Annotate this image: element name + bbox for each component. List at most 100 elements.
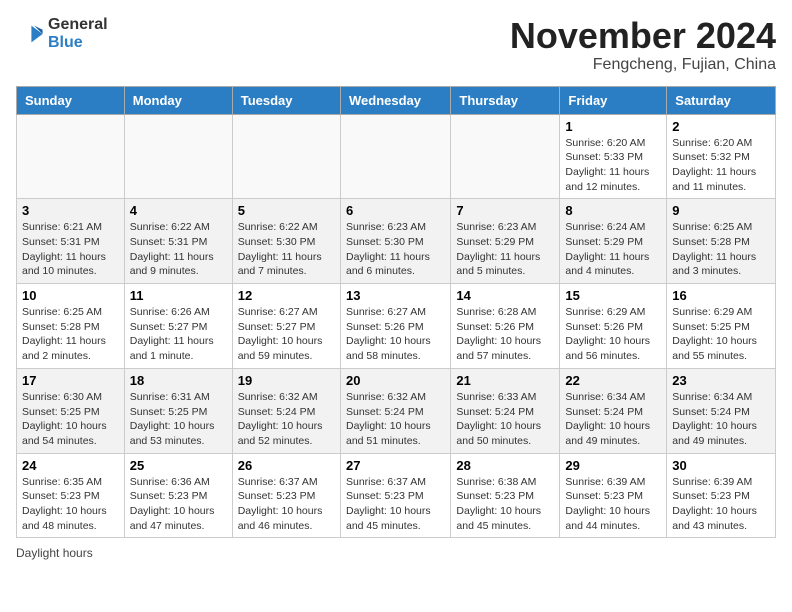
- calendar-cell: 9 Sunrise: 6:25 AM Sunset: 5:28 PM Daylig…: [667, 199, 776, 284]
- day-info: Sunrise: 6:36 AM Sunset: 5:23 PM Dayligh…: [130, 475, 227, 534]
- day-info: Sunrise: 6:32 AM Sunset: 5:24 PM Dayligh…: [238, 390, 335, 449]
- day-info: Sunrise: 6:23 AM Sunset: 5:29 PM Dayligh…: [456, 220, 554, 279]
- calendar-cell: 8 Sunrise: 6:24 AM Sunset: 5:29 PM Daylig…: [560, 199, 667, 284]
- title-block: November 2024 Fengcheng, Fujian, China: [510, 16, 776, 74]
- day-number: 30: [672, 458, 770, 473]
- calendar-cell: 3 Sunrise: 6:21 AM Sunset: 5:31 PM Daylig…: [17, 199, 125, 284]
- day-number: 13: [346, 288, 445, 303]
- week-row-2: 3 Sunrise: 6:21 AM Sunset: 5:31 PM Daylig…: [17, 199, 776, 284]
- weekday-header-wednesday: Wednesday: [340, 86, 450, 114]
- calendar-cell: 6 Sunrise: 6:23 AM Sunset: 5:30 PM Daylig…: [340, 199, 450, 284]
- day-info: Sunrise: 6:25 AM Sunset: 5:28 PM Dayligh…: [672, 220, 770, 279]
- day-number: 2: [672, 119, 770, 134]
- daylight-label: Daylight hours: [16, 546, 93, 560]
- calendar-cell: 5Sunrise: 6:22 AM Sunset: 5:30 PM Daylig…: [232, 199, 340, 284]
- weekday-header-row: SundayMondayTuesdayWednesdayThursdayFrid…: [17, 86, 776, 114]
- calendar-cell: 24Sunrise: 6:35 AM Sunset: 5:23 PM Dayli…: [17, 453, 125, 538]
- calendar-cell: 10Sunrise: 6:25 AM Sunset: 5:28 PM Dayli…: [17, 284, 125, 369]
- day-info: Sunrise: 6:23 AM Sunset: 5:30 PM Dayligh…: [346, 220, 445, 279]
- calendar-cell: 29 Sunrise: 6:39 AM Sunset: 5:23 PM Dayli…: [560, 453, 667, 538]
- day-info: Sunrise: 6:27 AM Sunset: 5:26 PM Dayligh…: [346, 305, 445, 364]
- week-row-5: 24Sunrise: 6:35 AM Sunset: 5:23 PM Dayli…: [17, 453, 776, 538]
- calendar-cell: 1Sunrise: 6:20 AM Sunset: 5:33 PM Daylig…: [560, 114, 667, 199]
- day-number: 7: [456, 203, 554, 218]
- calendar-cell: [451, 114, 560, 199]
- day-number: 3: [22, 203, 119, 218]
- calendar-cell: 2Sunrise: 6:20 AM Sunset: 5:32 PM Daylig…: [667, 114, 776, 199]
- day-number: 5: [238, 203, 335, 218]
- calendar-table: SundayMondayTuesdayWednesdayThursdayFrid…: [16, 86, 776, 539]
- calendar-cell: 16 Sunrise: 6:29 AM Sunset: 5:25 PM Dayli…: [667, 284, 776, 369]
- day-info: Sunrise: 6:31 AM Sunset: 5:25 PM Dayligh…: [130, 390, 227, 449]
- week-row-1: 1Sunrise: 6:20 AM Sunset: 5:33 PM Daylig…: [17, 114, 776, 199]
- day-number: 21: [456, 373, 554, 388]
- day-number: 23: [672, 373, 770, 388]
- day-info: Sunrise: 6:37 AM Sunset: 5:23 PM Dayligh…: [346, 475, 445, 534]
- day-number: 17: [22, 373, 119, 388]
- location: Fengcheng, Fujian, China: [510, 56, 776, 74]
- calendar-cell: 11 Sunrise: 6:26 AM Sunset: 5:27 PM Dayli…: [124, 284, 232, 369]
- weekday-header-friday: Friday: [560, 86, 667, 114]
- day-info: Sunrise: 6:33 AM Sunset: 5:24 PM Dayligh…: [456, 390, 554, 449]
- calendar-cell: 28 Sunrise: 6:38 AM Sunset: 5:23 PM Dayli…: [451, 453, 560, 538]
- day-number: 25: [130, 458, 227, 473]
- calendar-cell: 27Sunrise: 6:37 AM Sunset: 5:23 PM Dayli…: [340, 453, 450, 538]
- day-info: Sunrise: 6:35 AM Sunset: 5:23 PM Dayligh…: [22, 475, 119, 534]
- day-info: Sunrise: 6:30 AM Sunset: 5:25 PM Dayligh…: [22, 390, 119, 449]
- day-number: 12: [238, 288, 335, 303]
- logo-icon: [16, 20, 44, 48]
- month-title: November 2024: [510, 16, 776, 56]
- calendar-cell: 15Sunrise: 6:29 AM Sunset: 5:26 PM Dayli…: [560, 284, 667, 369]
- day-number: 14: [456, 288, 554, 303]
- day-info: Sunrise: 6:29 AM Sunset: 5:26 PM Dayligh…: [565, 305, 661, 364]
- day-info: Sunrise: 6:39 AM Sunset: 5:23 PM Dayligh…: [565, 475, 661, 534]
- calendar-cell: 19 Sunrise: 6:32 AM Sunset: 5:24 PM Dayli…: [232, 368, 340, 453]
- calendar-cell: 26 Sunrise: 6:37 AM Sunset: 5:23 PM Dayli…: [232, 453, 340, 538]
- day-number: 1: [565, 119, 661, 134]
- footer: Daylight hours: [16, 546, 776, 560]
- weekday-header-monday: Monday: [124, 86, 232, 114]
- day-number: 4: [130, 203, 227, 218]
- day-number: 29: [565, 458, 661, 473]
- week-row-3: 10Sunrise: 6:25 AM Sunset: 5:28 PM Dayli…: [17, 284, 776, 369]
- day-number: 26: [238, 458, 335, 473]
- calendar-cell: 20Sunrise: 6:32 AM Sunset: 5:24 PM Dayli…: [340, 368, 450, 453]
- day-info: Sunrise: 6:27 AM Sunset: 5:27 PM Dayligh…: [238, 305, 335, 364]
- calendar-cell: 17 Sunrise: 6:30 AM Sunset: 5:25 PM Dayli…: [17, 368, 125, 453]
- logo-text: General Blue: [48, 16, 108, 52]
- day-number: 10: [22, 288, 119, 303]
- calendar-cell: 4Sunrise: 6:22 AM Sunset: 5:31 PM Daylig…: [124, 199, 232, 284]
- week-row-4: 17 Sunrise: 6:30 AM Sunset: 5:25 PM Dayli…: [17, 368, 776, 453]
- day-info: Sunrise: 6:39 AM Sunset: 5:23 PM Dayligh…: [672, 475, 770, 534]
- calendar-cell: 12 Sunrise: 6:27 AM Sunset: 5:27 PM Dayli…: [232, 284, 340, 369]
- day-number: 20: [346, 373, 445, 388]
- calendar-cell: 18 Sunrise: 6:31 AM Sunset: 5:25 PM Dayli…: [124, 368, 232, 453]
- day-number: 6: [346, 203, 445, 218]
- page-header: General Blue November 2024 Fengcheng, Fu…: [16, 16, 776, 74]
- day-info: Sunrise: 6:21 AM Sunset: 5:31 PM Dayligh…: [22, 220, 119, 279]
- weekday-header-sunday: Sunday: [17, 86, 125, 114]
- day-number: 8: [565, 203, 661, 218]
- day-info: Sunrise: 6:29 AM Sunset: 5:25 PM Dayligh…: [672, 305, 770, 364]
- day-number: 18: [130, 373, 227, 388]
- calendar-cell: 22Sunrise: 6:34 AM Sunset: 5:24 PM Dayli…: [560, 368, 667, 453]
- day-number: 19: [238, 373, 335, 388]
- day-info: Sunrise: 6:38 AM Sunset: 5:23 PM Dayligh…: [456, 475, 554, 534]
- weekday-header-tuesday: Tuesday: [232, 86, 340, 114]
- day-info: Sunrise: 6:26 AM Sunset: 5:27 PM Dayligh…: [130, 305, 227, 364]
- day-info: Sunrise: 6:28 AM Sunset: 5:26 PM Dayligh…: [456, 305, 554, 364]
- day-number: 16: [672, 288, 770, 303]
- day-info: Sunrise: 6:37 AM Sunset: 5:23 PM Dayligh…: [238, 475, 335, 534]
- calendar-cell: 30 Sunrise: 6:39 AM Sunset: 5:23 PM Dayli…: [667, 453, 776, 538]
- day-number: 9: [672, 203, 770, 218]
- calendar-cell: [232, 114, 340, 199]
- day-number: 11: [130, 288, 227, 303]
- day-number: 28: [456, 458, 554, 473]
- calendar-cell: 14 Sunrise: 6:28 AM Sunset: 5:26 PM Dayli…: [451, 284, 560, 369]
- calendar-cell: [340, 114, 450, 199]
- day-info: Sunrise: 6:24 AM Sunset: 5:29 PM Dayligh…: [565, 220, 661, 279]
- calendar-cell: 25 Sunrise: 6:36 AM Sunset: 5:23 PM Dayli…: [124, 453, 232, 538]
- day-info: Sunrise: 6:34 AM Sunset: 5:24 PM Dayligh…: [672, 390, 770, 449]
- day-number: 22: [565, 373, 661, 388]
- weekday-header-saturday: Saturday: [667, 86, 776, 114]
